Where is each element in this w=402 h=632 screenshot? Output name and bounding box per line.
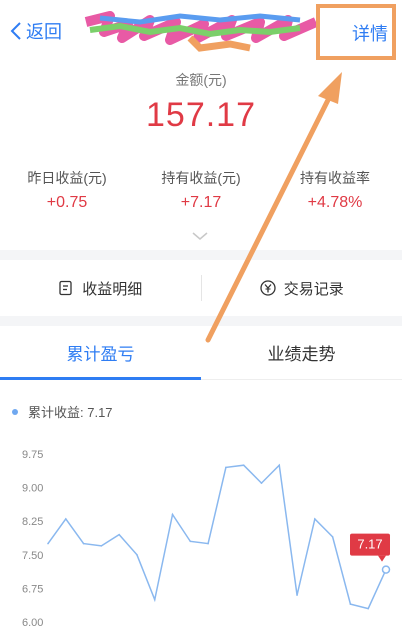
data-point [82, 542, 85, 545]
stat-value: +7.17 [180, 194, 222, 211]
data-point [367, 607, 370, 610]
data-point [171, 513, 174, 516]
detail-button[interactable]: 详情 [352, 20, 388, 46]
data-point [118, 533, 120, 536]
y-tick-label: 8.25 [22, 516, 43, 528]
document-icon [59, 280, 72, 296]
y-tick-label: 6.00 [22, 617, 43, 629]
legend-dot-icon [12, 408, 18, 415]
series-line [47, 463, 387, 610]
data-point [260, 482, 263, 484]
trade-record-button[interactable]: 交易记录 [202, 278, 402, 299]
income-detail-label: 收益明细 [82, 280, 143, 298]
data-point [314, 518, 316, 520]
data-point [296, 594, 298, 596]
y-tick-label: 9.75 [22, 449, 43, 461]
back-label: 返回 [26, 22, 62, 42]
chart-legend: 累计收益: 7.17 [12, 402, 113, 421]
stat-holding: 持有收益(元) +7.17 [134, 168, 268, 212]
amount-label: 金额(元) [175, 72, 227, 88]
redacted-title-scribble [84, 11, 319, 52]
data-point [242, 464, 245, 466]
tab-cumulative-pnl[interactable]: 累计盈亏 [0, 326, 201, 380]
data-point [64, 518, 67, 520]
data-point [153, 598, 156, 601]
stat-holding-rate: 持有收益率 +4.78% [268, 168, 402, 212]
stat-value: +0.75 [46, 194, 88, 211]
data-point [47, 542, 49, 545]
top-bar: 返回 详情 [0, 0, 402, 60]
yen-icon [260, 280, 276, 296]
data-point [331, 536, 334, 538]
data-point [349, 603, 352, 605]
stats-row: 昨日收益(元) +0.75 持有收益(元) +7.17 持有收益率 +4.78% [0, 168, 402, 212]
stat-value: +4.78% [307, 194, 363, 211]
y-tick-label: 9.00 [22, 483, 43, 495]
data-point [225, 466, 227, 469]
action-bar: 收益明细 交易记录 [0, 260, 402, 316]
tab-bar: 累计盈亏 业绩走势 [0, 326, 402, 380]
data-point [136, 554, 138, 556]
section-divider [0, 316, 402, 326]
data-point [100, 545, 103, 547]
cumulative-income-chart: 9.75 9.00 8.25 7.50 6.75 6.00 7.17 [22, 449, 391, 629]
stat-label: 昨日收益(元) [27, 170, 107, 186]
trade-record-label: 交易记录 [283, 280, 344, 298]
stat-label: 持有收益(元) [161, 170, 241, 186]
section-divider [0, 250, 402, 260]
stat-yesterday: 昨日收益(元) +0.75 [0, 168, 134, 212]
data-point [189, 540, 192, 543]
amount-value: 157.17 [146, 96, 256, 134]
y-tick-label: 6.75 [22, 583, 43, 595]
stat-label: 持有收益率 [300, 170, 370, 186]
amount-summary: 金额(元) 157.17 [0, 70, 402, 135]
last-point-marker [381, 565, 391, 574]
last-value-label: 7.17 [357, 537, 382, 552]
chevron-down-icon[interactable] [191, 230, 209, 242]
back-button[interactable]: 返回 [10, 18, 62, 44]
y-tick-label: 7.50 [22, 550, 43, 562]
last-value-badge-tail [378, 555, 386, 562]
income-detail-button[interactable]: 收益明细 [0, 278, 201, 299]
data-point [207, 542, 209, 545]
data-point [278, 464, 281, 466]
legend-label: 累计收益: 7.17 [28, 405, 113, 420]
tab-performance-trend[interactable]: 业绩走势 [201, 326, 402, 379]
chevron-left-icon [10, 22, 21, 40]
